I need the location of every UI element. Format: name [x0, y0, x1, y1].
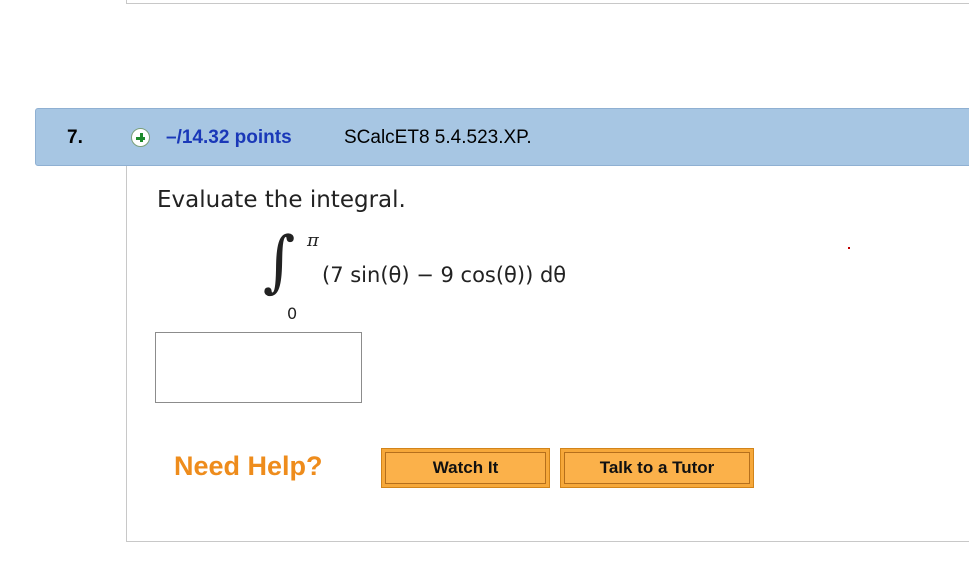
question-number: 7. — [67, 127, 83, 148]
integral-sign: ∫ — [263, 221, 296, 301]
previous-question-frame — [126, 0, 969, 4]
talk-to-tutor-button[interactable]: Talk to a Tutor — [560, 448, 754, 488]
need-help-label: Need Help? — [174, 451, 323, 481]
answer-input[interactable] — [155, 332, 362, 403]
question-prompt: Evaluate the integral. — [157, 187, 406, 213]
talk-to-tutor-label: Talk to a Tutor — [564, 452, 750, 484]
question-header: 7. –/14.32 points SCalcET8 5.4.523.XP. — [35, 108, 969, 166]
upper-limit: π — [307, 230, 319, 251]
lower-limit: 0 — [287, 304, 298, 323]
watch-it-button[interactable]: Watch It — [381, 448, 550, 488]
stray-dot — [848, 247, 850, 249]
question-source: SCalcET8 5.4.523.XP. — [344, 127, 532, 148]
watch-it-label: Watch It — [385, 452, 546, 484]
integrand: (7 sin(θ) − 9 cos(θ)) dθ — [322, 263, 567, 287]
plus-circle-icon[interactable] — [131, 128, 150, 147]
points-link[interactable]: –/14.32 points — [166, 127, 292, 149]
question-body: Evaluate the integral. ∫ π 0 (7 sin(θ) −… — [126, 166, 969, 542]
